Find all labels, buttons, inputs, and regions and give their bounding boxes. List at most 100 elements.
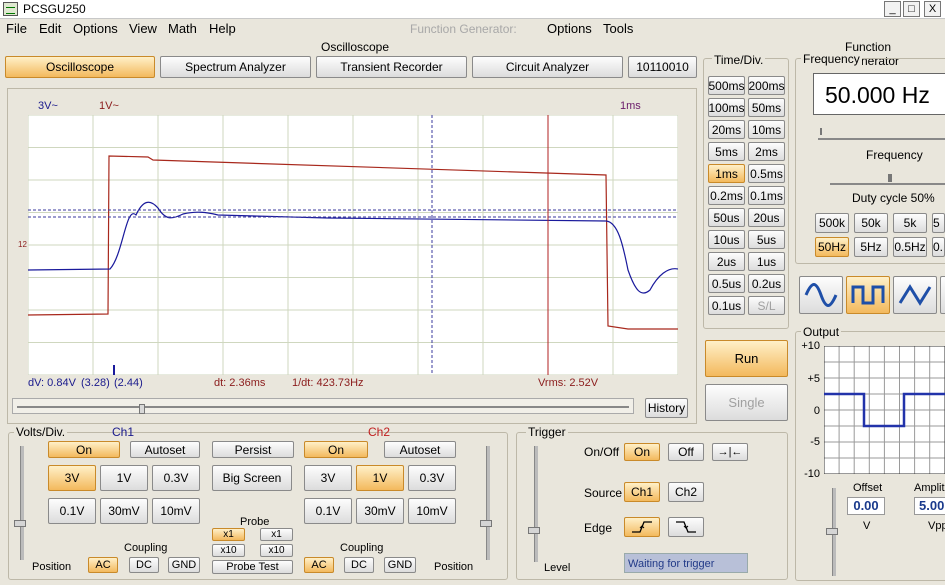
probe-test-button[interactable]: Probe Test	[212, 560, 293, 574]
persist-button[interactable]: Persist	[212, 441, 294, 458]
ch2-position-slider[interactable]	[486, 446, 490, 560]
trigger-on-button[interactable]: On	[624, 443, 660, 461]
trigger-source-ch2[interactable]: Ch2	[668, 482, 704, 502]
scope-screen[interactable]	[28, 115, 678, 375]
menu-math[interactable]: Math	[168, 21, 197, 36]
trigger-level-slider[interactable]	[534, 446, 538, 562]
amplitude-value[interactable]: 5.00	[914, 497, 945, 515]
rising-edge-icon[interactable]	[624, 517, 660, 537]
run-button[interactable]: Run	[705, 340, 788, 377]
ch1-range-30mV[interactable]: 30mV	[100, 498, 148, 524]
timediv-500ms[interactable]: 500ms	[708, 76, 745, 95]
fg-range-5Hz[interactable]: 5Hz	[854, 237, 888, 257]
close-button[interactable]: X	[924, 1, 941, 17]
timediv-S-L[interactable]: S/L	[748, 296, 785, 315]
timediv-50us[interactable]: 50us	[708, 208, 745, 227]
timediv-2us[interactable]: 2us	[708, 252, 745, 271]
timediv-200ms[interactable]: 200ms	[748, 76, 785, 95]
offset-thumb[interactable]	[826, 528, 838, 535]
timediv-0.1us[interactable]: 0.1us	[708, 296, 745, 315]
timediv-50ms[interactable]: 50ms	[748, 98, 785, 117]
ch1-coupling-dc[interactable]: DC	[129, 557, 159, 573]
triangle-icon[interactable]	[893, 276, 937, 314]
ch2-on-button[interactable]: On	[304, 441, 368, 458]
ch2-range-10mV[interactable]: 10mV	[408, 498, 456, 524]
history-button[interactable]: History	[645, 398, 688, 418]
timediv-2ms[interactable]: 2ms	[748, 142, 785, 161]
menu-file[interactable]: File	[6, 21, 27, 36]
ch1-coupling-ac[interactable]: AC	[88, 557, 118, 573]
tab-logic[interactable]: 10110010	[628, 56, 697, 78]
frequency-slider[interactable]	[818, 138, 945, 140]
tab-transient-recorder[interactable]: Transient Recorder	[316, 56, 467, 78]
timediv-0.2us[interactable]: 0.2us	[748, 274, 785, 293]
ch2-autoset-button[interactable]: Autoset	[384, 441, 456, 458]
ch1-autoset-button[interactable]: Autoset	[130, 441, 200, 458]
ch2-range-3V[interactable]: 3V	[304, 465, 352, 491]
ch1-range-0.1V[interactable]: 0.1V	[48, 498, 96, 524]
menu-tools[interactable]: Tools	[603, 21, 633, 36]
timediv-20ms[interactable]: 20ms	[708, 120, 745, 139]
big-screen-button[interactable]: Big Screen	[212, 465, 292, 491]
timediv-0.5ms[interactable]: 0.5ms	[748, 164, 785, 183]
ch1-probe-x1[interactable]: x1	[212, 528, 245, 541]
timediv-0.1ms[interactable]: 0.1ms	[748, 186, 785, 205]
ch2-range-1V[interactable]: 1V	[356, 465, 404, 491]
maximize-button[interactable]: □	[903, 1, 920, 17]
tab-circuit-analyzer[interactable]: Circuit Analyzer	[472, 56, 623, 78]
timediv-1us[interactable]: 1us	[748, 252, 785, 271]
sine-icon[interactable]	[799, 276, 843, 314]
menu-options[interactable]: Options	[73, 21, 118, 36]
ch1-coupling-gnd[interactable]: GND	[168, 557, 200, 573]
ch2-coupling-dc[interactable]: DC	[344, 557, 374, 573]
ch2-range-0.3V[interactable]: 0.3V	[408, 465, 456, 491]
ch1-range-3V[interactable]: 3V	[48, 465, 96, 491]
timediv-100ms[interactable]: 100ms	[708, 98, 745, 117]
ch1-range-0.3V[interactable]: 0.3V	[152, 465, 200, 491]
ch1-position-slider[interactable]	[20, 446, 24, 560]
timediv-0.2ms[interactable]: 0.2ms	[708, 186, 745, 205]
square-icon[interactable]	[846, 276, 890, 314]
ch1-range-10mV[interactable]: 10mV	[152, 498, 200, 524]
fg-range-50k[interactable]: 50k	[854, 213, 888, 233]
ch2-probe-x10[interactable]: x10	[260, 544, 293, 557]
trigger-source-ch1[interactable]: Ch1	[624, 482, 660, 502]
falling-edge-icon[interactable]	[668, 517, 704, 537]
duty-cycle-slider[interactable]	[830, 183, 945, 185]
fg-range-50Hz[interactable]: 50Hz	[815, 237, 849, 257]
menu-view[interactable]: View	[129, 21, 157, 36]
fg-range-0.[interactable]: 0.	[932, 237, 945, 257]
menu-fg-options[interactable]: Options	[547, 21, 592, 36]
ch2-range-30mV[interactable]: 30mV	[356, 498, 404, 524]
timediv-10us[interactable]: 10us	[708, 230, 745, 249]
fg-range-500k[interactable]: 500k	[815, 213, 849, 233]
timediv-20us[interactable]: 20us	[748, 208, 785, 227]
timediv-1ms[interactable]: 1ms	[708, 164, 745, 183]
horizontal-position-slider[interactable]	[12, 398, 634, 414]
ch1-on-button[interactable]: On	[48, 441, 120, 458]
trigger-off-button[interactable]: Off	[668, 443, 704, 461]
timediv-10ms[interactable]: 10ms	[748, 120, 785, 139]
menu-help[interactable]: Help	[209, 21, 236, 36]
timediv-0.5us[interactable]: 0.5us	[708, 274, 745, 293]
fg-range-5k[interactable]: 5k	[893, 213, 927, 233]
ch2-range-0.1V[interactable]: 0.1V	[304, 498, 352, 524]
ch2-coupling-gnd[interactable]: GND	[384, 557, 416, 573]
timediv-5us[interactable]: 5us	[748, 230, 785, 249]
fg-range-5[interactable]: 5	[932, 213, 945, 233]
trigger-expand-icon[interactable]: →|←	[712, 443, 748, 461]
timediv-5ms[interactable]: 5ms	[708, 142, 745, 161]
fg-range-0.5Hz[interactable]: 0.5Hz	[893, 237, 927, 257]
arb-icon[interactable]	[940, 276, 945, 314]
tab-spectrum-analyzer[interactable]: Spectrum Analyzer	[160, 56, 311, 78]
menu-edit[interactable]: Edit	[39, 21, 61, 36]
single-button[interactable]: Single	[705, 384, 788, 421]
ch2-probe-x1[interactable]: x1	[260, 528, 293, 541]
ch2-position-thumb[interactable]	[480, 520, 492, 527]
ch2-coupling-ac[interactable]: AC	[304, 557, 334, 573]
ch1-probe-x10[interactable]: x10	[212, 544, 245, 557]
minimize-button[interactable]: _	[884, 1, 901, 17]
tab-oscilloscope[interactable]: Oscilloscope	[5, 56, 155, 78]
ch1-position-thumb[interactable]	[14, 520, 26, 527]
trigger-level-thumb[interactable]	[528, 527, 540, 534]
